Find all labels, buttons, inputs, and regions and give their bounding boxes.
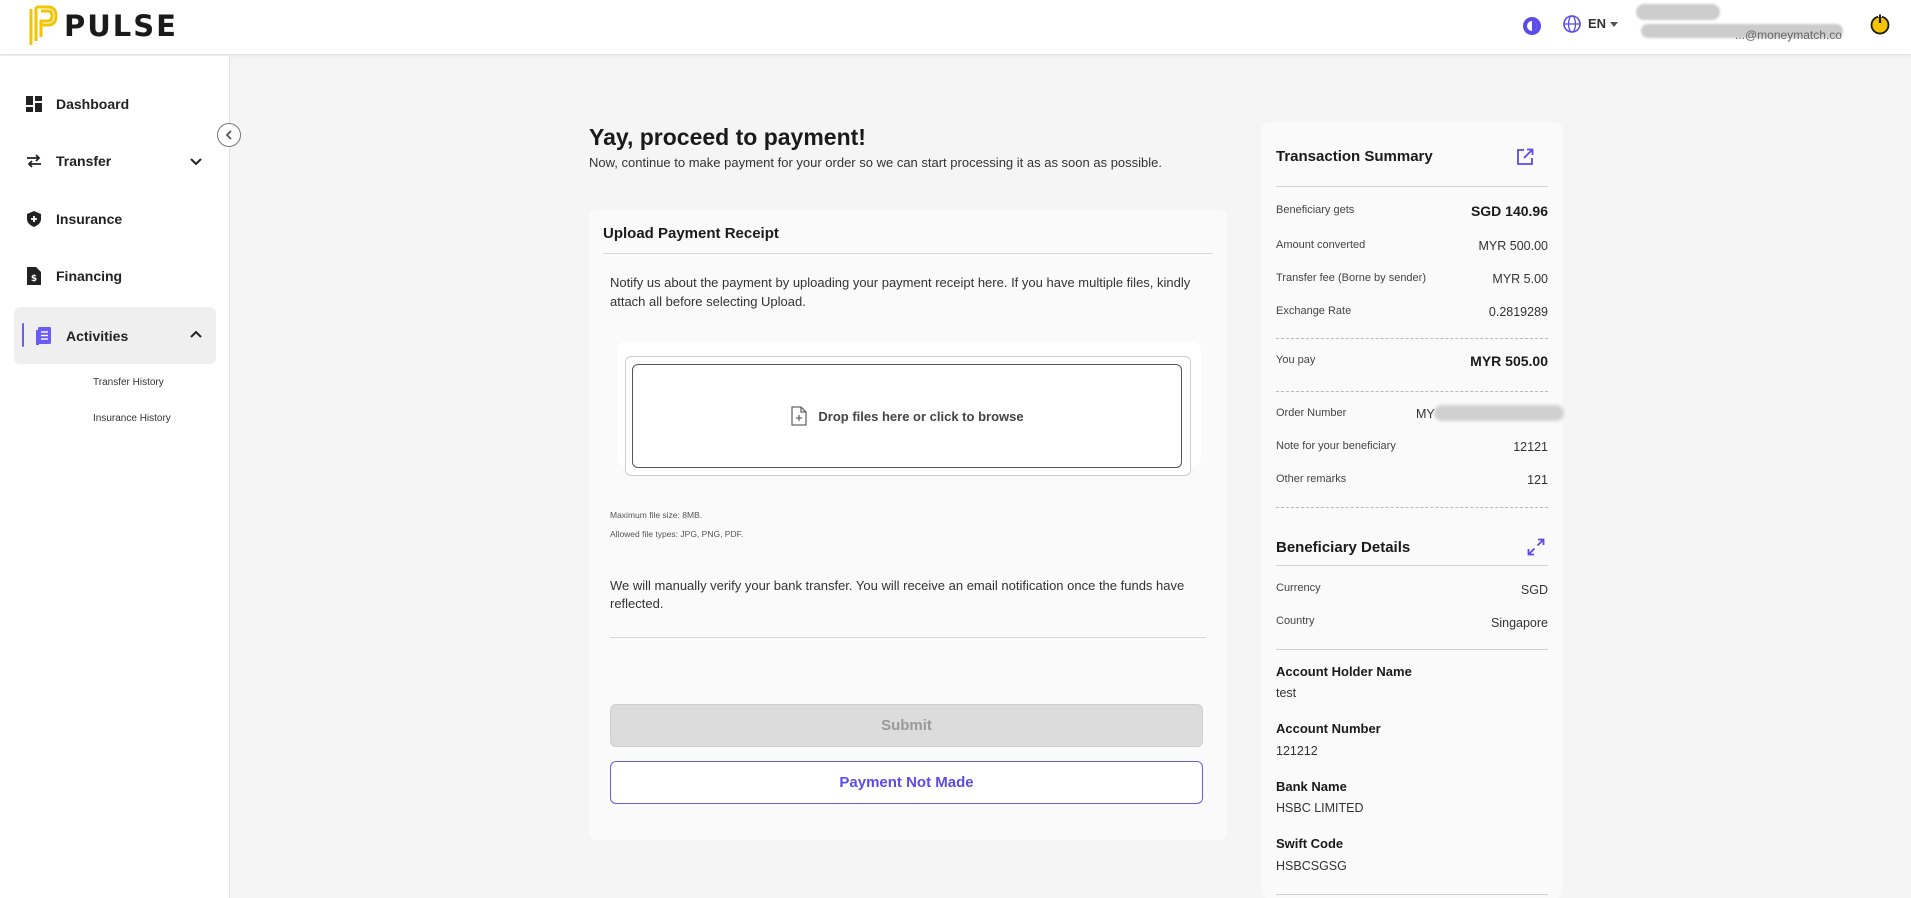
account-number-value: 121212 xyxy=(1276,744,1318,758)
theme-toggle-icon[interactable] xyxy=(1521,15,1543,37)
language-selector[interactable]: EN xyxy=(1588,16,1606,31)
external-link-icon[interactable] xyxy=(1516,148,1534,166)
summary-row-label: Beneficiary gets xyxy=(1276,204,1355,216)
shield-icon xyxy=(24,209,44,229)
top-header: PULSE EN ...@moneymatch.co xyxy=(0,0,1911,55)
submit-button[interactable]: Submit xyxy=(610,704,1203,747)
divider xyxy=(603,253,1213,254)
upload-receipt-card: Upload Payment Receipt Notify us about t… xyxy=(589,210,1227,840)
sidebar-item-activities[interactable]: Activities xyxy=(14,307,216,364)
globe-icon[interactable] xyxy=(1563,15,1581,33)
payment-not-made-button[interactable]: Payment Not Made xyxy=(610,761,1203,804)
divider xyxy=(610,637,1206,638)
summary-title: Transaction Summary xyxy=(1276,148,1433,165)
brand-name: PULSE xyxy=(64,9,178,43)
page-subtitle: Now, continue to make payment for your o… xyxy=(589,155,1163,170)
card-title: Upload Payment Receipt xyxy=(603,225,779,242)
beneficiary-gets-value: SGD 140.96 xyxy=(1470,203,1548,219)
sidebar-item-insurance[interactable]: Insurance xyxy=(14,197,216,241)
transfer-icon xyxy=(24,151,44,171)
amount-converted-value: MYR 500.00 xyxy=(1478,239,1548,253)
divider xyxy=(1276,649,1548,650)
brand-logo[interactable]: PULSE xyxy=(28,5,178,47)
chevron-left-icon xyxy=(225,130,232,140)
beneficiary-row-label: Country xyxy=(1276,615,1315,627)
pulse-logo-icon xyxy=(29,5,58,45)
sidebar-item-label: Dashboard xyxy=(56,96,130,112)
beneficiary-note-value: 12121 xyxy=(1513,440,1548,454)
page-title: Yay, proceed to payment! xyxy=(589,124,866,150)
svg-text:$: $ xyxy=(31,274,37,284)
sidebar-item-transfer[interactable]: Transfer xyxy=(14,139,216,183)
file-dropzone[interactable]: Drop files here or click to browse xyxy=(632,364,1182,468)
sidebar-item-label: Financing xyxy=(56,268,123,284)
active-indicator xyxy=(22,323,24,347)
summary-row-label: Amount converted xyxy=(1276,239,1366,251)
divider xyxy=(1276,391,1548,392)
summary-row-label: You pay xyxy=(1276,354,1316,366)
user-name-redacted xyxy=(1636,4,1720,20)
transfer-fee-value: MYR 5.00 xyxy=(1492,272,1548,286)
account-holder-value: test xyxy=(1276,686,1297,700)
exchange-rate-value: 0.2819289 xyxy=(1488,305,1548,319)
summary-row-label: Other remarks xyxy=(1276,473,1347,485)
receipt-icon xyxy=(34,326,54,346)
power-icon[interactable] xyxy=(1868,12,1892,36)
chevron-down-icon[interactable] xyxy=(1610,22,1618,27)
sidebar-item-financing[interactable]: $ Financing xyxy=(14,254,216,298)
chevron-up-icon[interactable] xyxy=(188,327,204,343)
beneficiary-details-title: Beneficiary Details xyxy=(1276,539,1411,556)
swift-code-value: HSBCSGSG xyxy=(1276,859,1347,873)
sidebar-item-label: Activities xyxy=(66,327,129,344)
summary-row-label: Order Number xyxy=(1276,407,1347,419)
allowed-file-types-note: Allowed file types: JPG, PNG, PDF. xyxy=(610,529,744,539)
divider xyxy=(1276,186,1548,187)
sidebar-item-label: Transfer xyxy=(56,153,112,169)
dashboard-icon xyxy=(24,94,44,114)
file-add-icon xyxy=(791,406,808,426)
sidebar-collapse-button[interactable] xyxy=(217,123,241,147)
currency-value: SGD xyxy=(1520,583,1548,597)
summary-row-label: Exchange Rate xyxy=(1276,305,1352,317)
beneficiary-row-label: Currency xyxy=(1276,582,1321,594)
user-email: ...@moneymatch.co xyxy=(1735,28,1842,42)
bank-name-value: HSBC LIMITED xyxy=(1276,801,1364,815)
document-dollar-icon: $ xyxy=(24,266,44,286)
account-holder-label: Account Holder Name xyxy=(1276,664,1412,679)
divider xyxy=(1276,338,1548,339)
chevron-down-icon[interactable] xyxy=(188,153,204,169)
sidebar-item-dashboard[interactable]: Dashboard xyxy=(14,82,216,126)
verification-note: We will manually verify your bank transf… xyxy=(610,578,1185,611)
country-value: Singapore xyxy=(1491,616,1548,630)
sidebar-subitem-insurance-history[interactable]: Insurance History xyxy=(93,413,171,424)
you-pay-value: MYR 505.00 xyxy=(1470,353,1548,369)
sidebar-item-label: Insurance xyxy=(56,211,123,227)
divider xyxy=(1276,507,1548,508)
transaction-summary-panel: Transaction Summary Beneficiary gets SGD… xyxy=(1262,122,1564,898)
sidebar-subitem-transfer-history[interactable]: Transfer History xyxy=(93,377,164,388)
max-file-size-note: Maximum file size: 8MB. xyxy=(610,510,703,520)
summary-row-label: Note for your beneficiary xyxy=(1276,440,1396,452)
order-number-redacted xyxy=(1434,405,1564,421)
dropzone-label: Drop files here or click to browse xyxy=(818,408,1024,424)
swift-code-label: Swift Code xyxy=(1276,836,1344,851)
order-number-value: MY xyxy=(1416,407,1435,421)
other-remarks-value: 121 xyxy=(1527,473,1548,487)
divider xyxy=(1276,894,1548,895)
upload-instructions: Notify us about the payment by uploading… xyxy=(610,275,1191,309)
sidebar: Dashboard Transfer Insurance $ Financing… xyxy=(0,56,230,898)
summary-row-label: Transfer fee (Borne by sender) xyxy=(1276,272,1426,284)
bank-name-label: Bank Name xyxy=(1276,779,1347,794)
account-number-label: Account Number xyxy=(1276,721,1381,736)
divider xyxy=(1276,565,1548,566)
expand-icon[interactable] xyxy=(1527,538,1545,556)
